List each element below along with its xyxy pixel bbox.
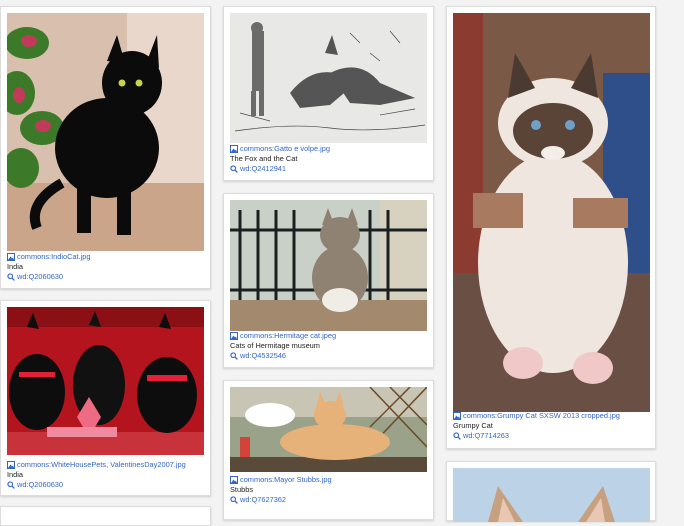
search-icon bbox=[7, 481, 15, 489]
gallery-card-indio: commons:IndioCat.jpg India wd:Q2060630 bbox=[0, 6, 211, 289]
commons-file-link[interactable]: commons:IndioCat.jpg bbox=[17, 252, 91, 262]
commons-file-link[interactable]: commons:Gatto e volpe.jpg bbox=[240, 144, 330, 154]
thumbnail-indio-cat[interactable] bbox=[7, 13, 204, 251]
thumbnail-fox-and-cat[interactable] bbox=[230, 13, 427, 143]
commons-file-link[interactable]: commons:Hermitage cat.jpeg bbox=[240, 331, 336, 341]
search-icon bbox=[453, 432, 461, 440]
commons-file-link[interactable]: commons:Grumpy Cat SXSW 2013 cropped.jpg bbox=[463, 411, 620, 421]
gallery-card-grumpy: commons:Grumpy Cat SXSW 2013 cropped.jpg… bbox=[446, 6, 656, 449]
wikidata-link[interactable]: wd:Q7627362 bbox=[240, 495, 286, 505]
commons-file-link[interactable]: commons:Mayor Stubbs.jpg bbox=[240, 475, 332, 485]
image-icon bbox=[453, 412, 461, 420]
image-icon bbox=[230, 476, 238, 484]
card-meta: commons:Grumpy Cat SXSW 2013 cropped.jpg… bbox=[453, 411, 620, 441]
gallery-card-fox-cat: commons:Gatto e volpe.jpg The Fox and th… bbox=[223, 6, 434, 181]
item-title: India bbox=[7, 470, 24, 479]
wikidata-link[interactable]: wd:Q4532546 bbox=[240, 351, 286, 361]
item-title: Cats of Hermitage museum bbox=[230, 341, 320, 350]
wikidata-link[interactable]: wd:Q2060630 bbox=[17, 272, 63, 282]
card-meta: commons:Mayor Stubbs.jpg Stubbs wd:Q7627… bbox=[230, 475, 332, 505]
card-meta: commons:WhiteHousePets, ValentinesDay200… bbox=[7, 460, 186, 490]
image-icon bbox=[7, 253, 15, 261]
gallery-card-hermitage: commons:Hermitage cat.jpeg Cats of Hermi… bbox=[223, 193, 434, 368]
thumbnail-next-cat[interactable] bbox=[453, 468, 650, 522]
gallery-card-stubbs: commons:Mayor Stubbs.jpg Stubbs wd:Q7627… bbox=[223, 380, 434, 520]
wikidata-link[interactable]: wd:Q2060630 bbox=[17, 480, 63, 490]
search-icon bbox=[7, 273, 15, 281]
item-title: The Fox and the Cat bbox=[230, 154, 298, 163]
image-icon bbox=[7, 461, 15, 469]
thumbnail-hermitage-cat[interactable] bbox=[230, 200, 427, 331]
search-icon bbox=[230, 496, 238, 504]
wikidata-link[interactable]: wd:Q7714263 bbox=[463, 431, 509, 441]
search-icon bbox=[230, 165, 238, 173]
gallery-card-next bbox=[446, 461, 656, 522]
item-title: India bbox=[7, 262, 24, 271]
item-title: Grumpy Cat bbox=[453, 421, 493, 430]
image-icon bbox=[230, 145, 238, 153]
search-icon bbox=[230, 352, 238, 360]
card-meta: commons:Hermitage cat.jpeg Cats of Hermi… bbox=[230, 331, 336, 361]
item-title: Stubbs bbox=[230, 485, 254, 494]
gallery-card-partial bbox=[0, 506, 211, 526]
thumbnail-mayor-stubbs[interactable] bbox=[230, 387, 427, 472]
card-meta: commons:IndioCat.jpg India wd:Q2060630 bbox=[7, 252, 91, 282]
card-meta: commons:Gatto e volpe.jpg The Fox and th… bbox=[230, 144, 330, 174]
wikidata-link[interactable]: wd:Q2412941 bbox=[240, 164, 286, 174]
image-icon bbox=[230, 332, 238, 340]
commons-file-link[interactable]: commons:WhiteHousePets, ValentinesDay200… bbox=[17, 460, 186, 470]
thumbnail-whitehouse-pets[interactable] bbox=[7, 307, 204, 455]
thumbnail-grumpy-cat[interactable] bbox=[453, 13, 650, 412]
gallery-card-whitehouse: commons:WhiteHousePets, ValentinesDay200… bbox=[0, 300, 211, 496]
